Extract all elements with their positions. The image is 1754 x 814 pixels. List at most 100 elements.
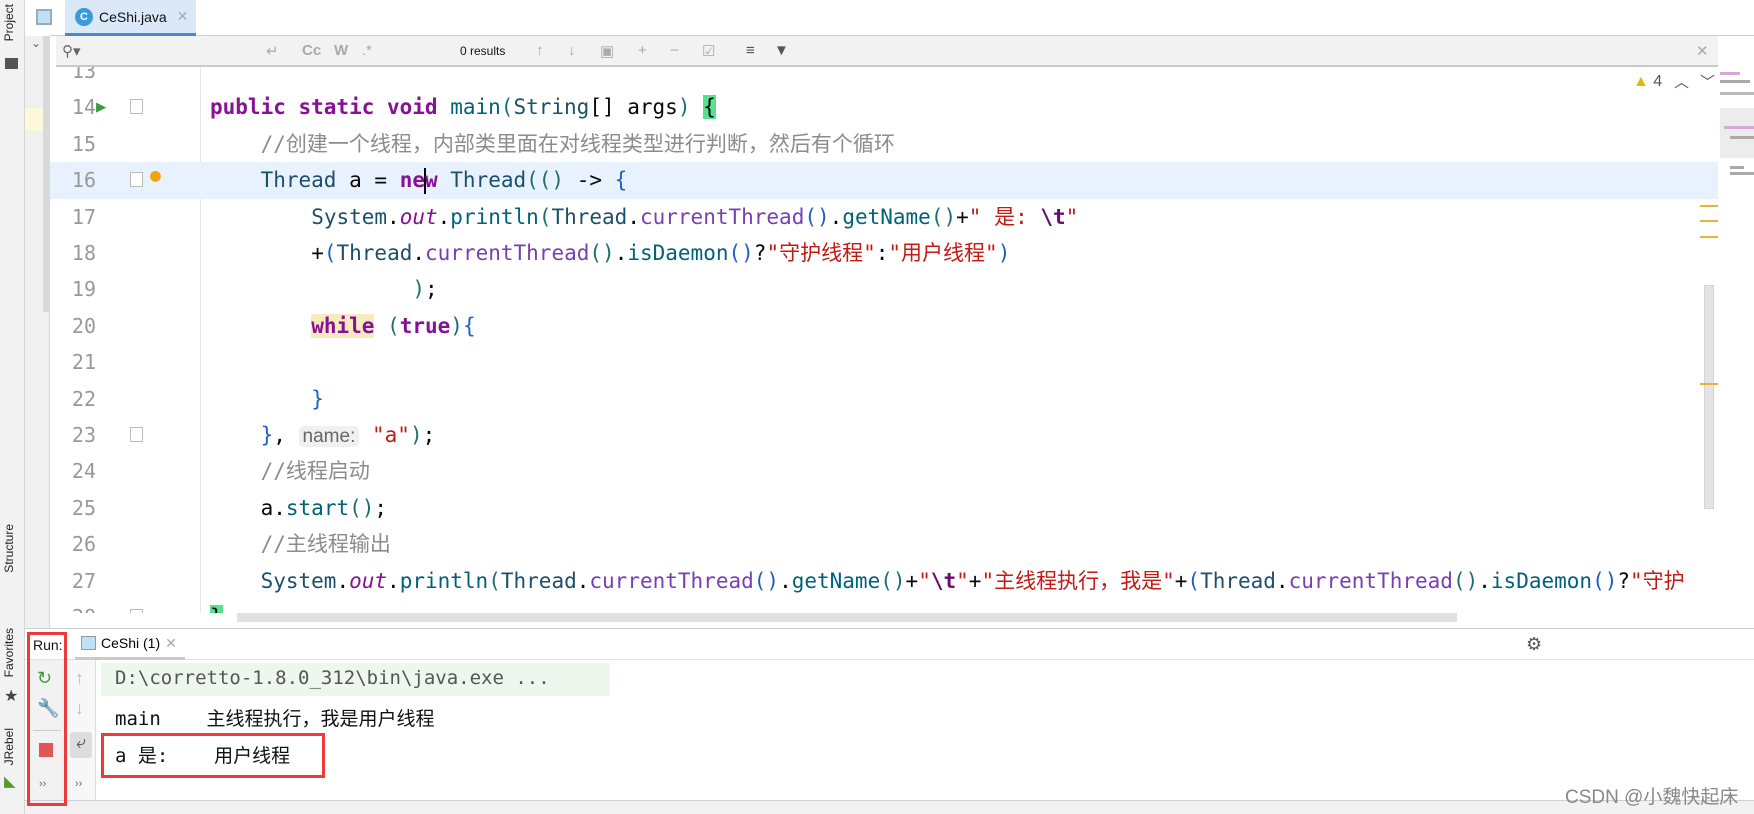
code-line-19[interactable]: 19); [50,271,1718,307]
line-number: 13 [71,67,96,83]
code-line-14[interactable]: 14 ▶ public static void main(String[] args… [50,89,1718,125]
line-number: 27 [71,568,96,593]
prev-problem-icon[interactable]: ︿ [1674,71,1689,92]
code-token: Thread [336,241,413,265]
code-token: System [260,568,337,593]
whole-words-toggle[interactable]: W [334,42,348,59]
code-token: args [627,95,678,120]
code-line-26[interactable]: 26 //主线程输出 [50,526,1718,562]
code-line-16[interactable]: 16 ● Thread a = new Thread(() -> { [50,162,1718,199]
warning-marker[interactable] [1700,220,1718,222]
line-number: 17 [71,204,96,229]
code-editor[interactable]: 13 14 ▶ public static void main(String[] ar… [50,67,1718,613]
code-token: Thread [1200,568,1276,593]
code-line-25[interactable]: 25 a.start(); [50,490,1718,526]
code-token: . [387,568,400,593]
code-token: \t [1040,204,1066,229]
next-problem-icon[interactable]: ﹀ [1700,71,1715,92]
select-occurrences-icon[interactable]: ☑ [702,42,715,60]
code-token: ? [1617,568,1631,593]
code-token: //主线程输出 [260,532,391,557]
project-tool-button[interactable]: Project [2,4,16,41]
structure-tool-button[interactable]: Structure [2,524,16,573]
editor-vertical-scrollbar[interactable] [1704,285,1714,509]
code-line-28[interactable]: 28} [50,599,1718,613]
code-token: getName [842,204,931,229]
warning-marker[interactable] [1700,383,1718,385]
code-token: . [614,241,628,265]
code-token: a. [260,495,286,520]
code-token: ( [1187,568,1201,593]
jrebel-icon: ◣ [4,773,16,790]
code-line-15[interactable]: 15 //创建一个线程，内部类里面在对线程类型进行判断，然后有个循环 [50,126,1718,162]
warning-marker[interactable] [1700,236,1718,238]
code-token: () [1452,568,1479,593]
code-line-21[interactable]: 21 [50,344,1718,380]
code-token: . [336,568,350,593]
more-icon[interactable]: ›› [75,778,82,790]
newline-icon[interactable]: ↵ [266,42,279,60]
code-token: \t [930,568,957,593]
code-line-23[interactable]: 23}, name: "a"); [50,417,1718,453]
arrow-down-icon[interactable]: ↓ [568,42,576,59]
code-line-24[interactable]: 24 //线程启动 [50,453,1718,489]
code-token: + [968,568,982,593]
gear-icon[interactable]: ⚙ [1526,634,1542,655]
code-line-17[interactable]: 17 System.out.println(Thread.currentThrea… [50,199,1718,235]
close-icon[interactable]: ✕ [177,8,189,25]
fold-icon[interactable] [130,172,143,188]
code-line-22[interactable]: 22} [50,381,1718,417]
project-scrollbar[interactable] [43,36,50,312]
add-occurrence-icon[interactable]: + [638,42,647,59]
run-gutter-icon[interactable]: ▶ [96,89,106,125]
arrow-up-icon[interactable]: ↑ [536,42,544,59]
filter-icon[interactable]: ▼ [774,42,789,59]
code-token: currentThread [639,204,805,229]
code-token: "守护线程" [766,241,876,265]
code-token: Thread [500,568,577,593]
code-token: + [311,241,324,265]
run-tab-ceshi[interactable]: CeShi (1) ✕ [75,629,185,660]
code-token: () [589,241,615,265]
inspection-widget[interactable]: ▲ 4 [1633,73,1662,91]
code-token: ) [997,241,1011,265]
code-minimap[interactable] [1718,36,1754,628]
search-icon[interactable]: ⚲▾ [62,42,81,60]
code-token: + [905,568,919,593]
jrebel-tool-button[interactable]: JRebel [2,728,16,765]
lightbulb-icon[interactable]: ● [150,158,161,194]
code-token: w [424,168,451,193]
editor-horizontal-scrollbar[interactable] [237,613,1457,622]
code-token: . [437,204,451,229]
code-line-20[interactable]: 20 while (true){ [50,308,1718,344]
soft-wrap-icon[interactable]: ⤶ [70,732,92,758]
code-line-13[interactable]: 13 [50,67,1718,89]
favorites-tool-button[interactable]: Favorites [2,628,16,677]
warning-marker[interactable] [1700,205,1718,207]
code-token: (() [526,168,577,193]
window-icon[interactable] [36,9,52,25]
fold-icon[interactable] [130,427,143,442]
fold-icon[interactable] [130,99,143,115]
regex-toggle[interactable]: .* [362,42,372,59]
options-icon[interactable]: ≡ [746,42,755,59]
select-all-icon[interactable]: ▣ [600,42,614,60]
tool-window-bar [25,800,1754,814]
match-case-toggle[interactable]: Cc [302,42,321,59]
tab-ceshi-java[interactable]: C CeShi.java ✕ [65,0,196,36]
code-token: ( [488,568,501,593]
search-input[interactable] [86,40,276,62]
close-icon[interactable]: ✕ [165,635,177,652]
close-search-icon[interactable]: ✕ [1696,42,1709,60]
code-line-18[interactable]: 18 +(Thread.currentThread().isDaemon()?"守… [50,235,1718,271]
code-token: "主线程执行，我是" [981,568,1175,593]
arrow-up-icon[interactable]: ↑ [75,668,84,689]
find-bar: ⚲▾ ↵ Cc W .* 0 results ↑ ↓ ▣ + − ☑ ≡ ▼ ✕ [56,36,1718,67]
remove-occurrence-icon[interactable]: − [670,42,679,59]
code-line-27[interactable]: 27 System.out.println(Thread.currentThrea… [50,563,1718,599]
console-output[interactable]: D:\corretto-1.8.0_312\bin\java.exe ... m… [96,660,1754,800]
arrow-down-icon[interactable]: ↓ [75,698,84,719]
fold-icon[interactable] [130,609,143,613]
chevron-down-icon[interactable]: ⌄ [31,36,41,50]
code-token: . [387,204,400,229]
